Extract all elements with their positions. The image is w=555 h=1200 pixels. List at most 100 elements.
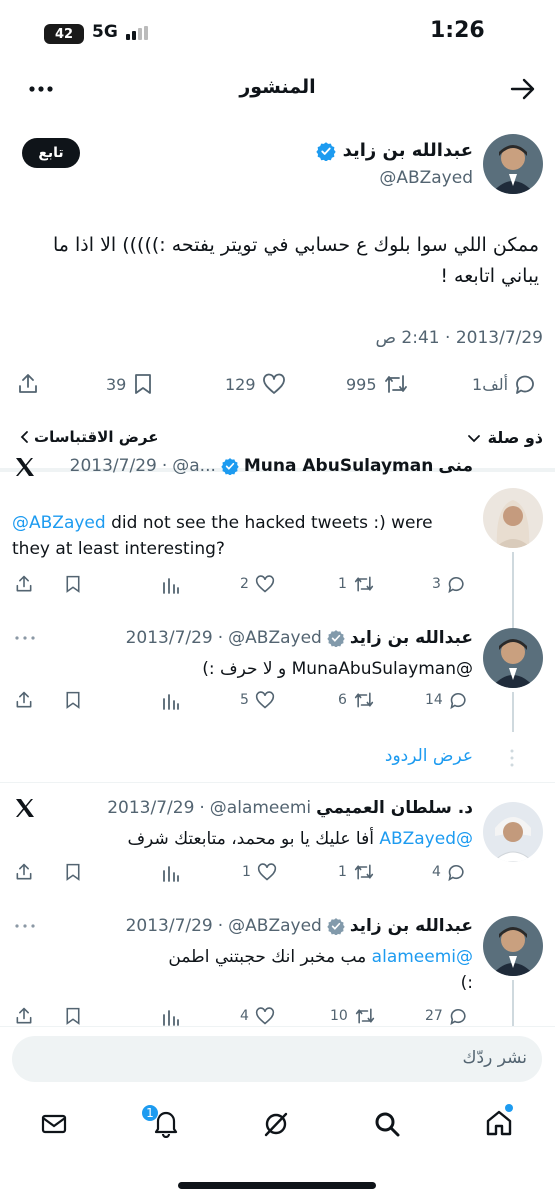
retweet-button[interactable]: 1 <box>338 862 375 882</box>
tweet-text-line: ممكن اللي سوا بلوك ع حسابي في تويتر يفتح… <box>53 234 539 256</box>
reply-count: 27 <box>425 1008 443 1024</box>
author-name[interactable]: عبدالله بن زايد <box>350 916 473 936</box>
search-icon[interactable] <box>373 1110 401 1138</box>
mention-link[interactable]: @ABZayed <box>12 513 106 533</box>
battery-level: 42 <box>54 26 74 42</box>
reply-header: عبدالله بن زايد @ABZayed · 2013/7/29 <box>125 916 473 936</box>
back-arrow-icon[interactable] <box>510 76 536 102</box>
thread-line <box>512 980 514 1028</box>
author-name-text: عبدالله بن زايد <box>342 140 473 161</box>
tweet-text: ممكن اللي سوا بلوك ع حسابي في تويتر يفتح… <box>9 230 539 292</box>
reply-count: 4 <box>432 864 441 880</box>
home-icon[interactable] <box>484 1108 514 1138</box>
author-handle[interactable]: @a... <box>172 456 216 476</box>
retweet-icon <box>355 1008 374 1024</box>
verified-icon <box>327 918 345 935</box>
views-icon[interactable] <box>162 692 180 710</box>
avatar[interactable] <box>483 134 543 194</box>
share-icon[interactable] <box>14 574 34 594</box>
bookmark-icon[interactable] <box>64 690 82 710</box>
retweet-count: 6 <box>338 692 347 708</box>
bookmark-icon[interactable] <box>64 1006 82 1026</box>
reply-button[interactable]: 4 <box>432 862 467 882</box>
author-handle[interactable]: @alameemi <box>210 798 311 818</box>
avatar[interactable] <box>483 488 543 548</box>
dotted-thread-icon <box>510 749 514 767</box>
author-name[interactable]: د. سلطان العميمي <box>316 798 473 818</box>
like-icon <box>255 1007 275 1025</box>
like-button[interactable]: 4 <box>240 1006 275 1026</box>
retweet-icon <box>384 375 407 393</box>
home-indicator <box>178 1182 376 1189</box>
retweet-button[interactable]: 1 <box>338 574 375 594</box>
like-button[interactable]: 129 <box>225 372 286 396</box>
more-icon[interactable] <box>14 634 36 642</box>
reply-button[interactable]: 14 <box>425 690 469 710</box>
views-icon[interactable] <box>162 864 180 882</box>
mention-link[interactable]: @ABZayed <box>379 829 473 849</box>
share-icon[interactable] <box>16 372 40 396</box>
share-icon[interactable] <box>14 1006 34 1026</box>
author-handle[interactable]: @ABZayed <box>379 168 473 188</box>
author-name: عبدالله بن زايد <box>316 140 473 161</box>
retweet-button[interactable]: 6 <box>338 690 375 710</box>
avatar[interactable] <box>483 916 543 976</box>
retweet-button[interactable]: 10 <box>330 1006 376 1026</box>
tweet-text-line: يباني اتابعه ! <box>440 265 539 287</box>
avatar[interactable] <box>483 628 543 688</box>
reply-placeholder[interactable]: نشر ردّك <box>463 1048 527 1068</box>
reply-icon <box>450 1008 466 1026</box>
bookmark-icon[interactable] <box>64 862 82 882</box>
relevance-dropdown[interactable]: ذو صلة <box>466 428 543 447</box>
retweet-icon <box>354 692 374 708</box>
retweet-icon <box>354 576 374 592</box>
page-title: المنشور <box>239 76 316 98</box>
author-name[interactable]: منى <box>438 456 473 476</box>
like-count: 2 <box>240 576 249 592</box>
reply-button[interactable]: 1ألف <box>472 372 538 396</box>
share-icon[interactable] <box>14 862 34 882</box>
like-count: 5 <box>240 692 249 708</box>
reply-text: @ABZayed أفا عليك يا بو محمد، متابعتك شر… <box>33 826 473 852</box>
author-name-latin[interactable]: Muna AbuSulayman <box>244 456 433 476</box>
like-count: 129 <box>225 374 256 394</box>
like-button[interactable]: 1 <box>242 862 277 882</box>
reply-button[interactable]: 27 <box>425 1006 469 1026</box>
bookmark-button[interactable]: 39 <box>106 372 154 396</box>
follow-button[interactable]: تابع <box>22 138 80 168</box>
like-icon <box>262 373 285 394</box>
section-divider <box>0 782 555 783</box>
views-icon[interactable] <box>162 1008 180 1026</box>
author-handle[interactable]: @ABZayed <box>228 628 322 648</box>
reply-button[interactable]: 3 <box>432 574 467 594</box>
x-logo-icon <box>16 458 34 476</box>
reply-icon <box>516 375 534 394</box>
like-button[interactable]: 5 <box>240 690 275 710</box>
retweet-count: 10 <box>330 1008 348 1024</box>
network-label: 5G <box>92 22 118 42</box>
view-quotes-link[interactable]: عرض الاقتباسات <box>18 428 158 446</box>
chevron-left-icon <box>20 431 28 443</box>
verified-icon <box>221 458 239 475</box>
retweet-button[interactable]: 995 <box>346 372 409 396</box>
verified-icon <box>316 142 336 161</box>
reply-date: 2013/7/29 <box>69 456 157 476</box>
messages-icon[interactable] <box>40 1110 68 1138</box>
views-icon[interactable] <box>162 576 180 594</box>
bookmark-icon[interactable] <box>64 574 82 594</box>
battery-indicator: 42 <box>44 24 84 44</box>
author-handle[interactable]: @ABZayed <box>228 916 322 936</box>
share-icon[interactable] <box>14 690 34 710</box>
more-icon[interactable] <box>14 922 36 930</box>
like-button[interactable]: 2 <box>240 574 275 594</box>
like-count: 1 <box>242 864 251 880</box>
reply-header: د. سلطان العميمي @alameemi · 2013/7/29 <box>107 798 473 818</box>
author-name[interactable]: عبدالله بن زايد <box>350 628 473 648</box>
signal-icon <box>126 26 148 40</box>
tweet-timestamp: 2013/7/29 · 2:41 ص <box>375 328 543 348</box>
grok-icon[interactable] <box>262 1110 290 1138</box>
avatar[interactable] <box>483 802 543 862</box>
mention-link[interactable]: @alameemi <box>372 947 473 967</box>
show-replies-link[interactable]: عرض الردود <box>385 746 473 766</box>
like-icon <box>255 691 275 709</box>
